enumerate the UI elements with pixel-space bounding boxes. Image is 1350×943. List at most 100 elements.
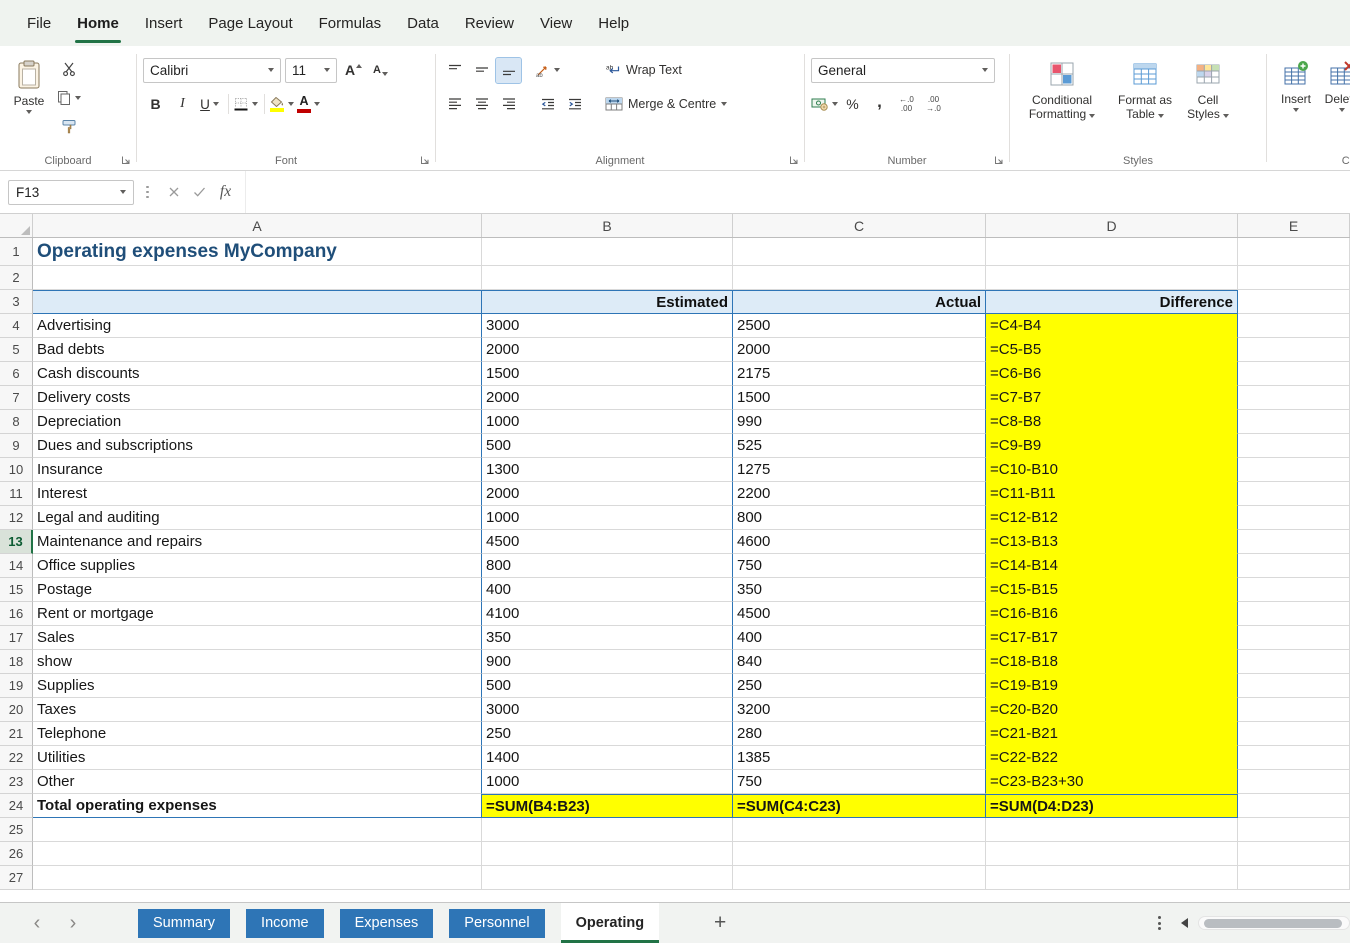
cell-B23[interactable]: 1000 xyxy=(482,770,733,794)
sheet-tab-summary[interactable]: Summary xyxy=(138,909,230,938)
font-color-button[interactable]: A xyxy=(296,92,321,117)
cell-C1[interactable] xyxy=(733,238,986,266)
row-header-21[interactable]: 21 xyxy=(0,722,33,746)
row-header-12[interactable]: 12 xyxy=(0,506,33,530)
accounting-format-button[interactable] xyxy=(811,92,838,117)
row-header-4[interactable]: 4 xyxy=(0,314,33,338)
cell-B8[interactable]: 1000 xyxy=(482,410,733,434)
cell-C12[interactable]: 800 xyxy=(733,506,986,530)
sheet-tab-personnel[interactable]: Personnel xyxy=(449,909,544,938)
align-right-button[interactable] xyxy=(496,92,521,117)
cell-A16[interactable]: Rent or mortgage xyxy=(33,602,482,626)
fill-color-button[interactable] xyxy=(269,92,294,117)
cell-A13[interactable]: Maintenance and repairs xyxy=(33,530,482,554)
delete-cells-button[interactable]: Delete xyxy=(1319,56,1350,150)
cell-E2[interactable] xyxy=(1238,266,1350,290)
cell-D24[interactable]: =SUM(D4:D23) xyxy=(986,794,1238,818)
cell-E27[interactable] xyxy=(1238,866,1350,890)
cell-D25[interactable] xyxy=(986,818,1238,842)
cell-A5[interactable]: Bad debts xyxy=(33,338,482,362)
cell-E12[interactable] xyxy=(1238,506,1350,530)
cell-D23[interactable]: =C23-B23+30 xyxy=(986,770,1238,794)
cell-A7[interactable]: Delivery costs xyxy=(33,386,482,410)
cell-D18[interactable]: =C18-B18 xyxy=(986,650,1238,674)
cell-B9[interactable]: 500 xyxy=(482,434,733,458)
align-top-button[interactable] xyxy=(442,58,467,83)
menu-tab-page-layout[interactable]: Page Layout xyxy=(195,0,305,46)
merge-centre-button[interactable]: Merge & Centre xyxy=(599,94,733,114)
cell-D21[interactable]: =C21-B21 xyxy=(986,722,1238,746)
decrease-font-size-button[interactable]: A xyxy=(368,58,393,83)
menu-tab-view[interactable]: View xyxy=(527,0,585,46)
row-header-16[interactable]: 16 xyxy=(0,602,33,626)
row-header-1[interactable]: 1 xyxy=(0,238,33,266)
formula-input[interactable] xyxy=(245,171,1350,213)
cell-C17[interactable]: 400 xyxy=(733,626,986,650)
cell-B14[interactable]: 800 xyxy=(482,554,733,578)
cell-A27[interactable] xyxy=(33,866,482,890)
cell-A10[interactable]: Insurance xyxy=(33,458,482,482)
horizontal-scrollbar-thumb[interactable] xyxy=(1204,919,1342,928)
cell-D26[interactable] xyxy=(986,842,1238,866)
cell-C6[interactable]: 2175 xyxy=(733,362,986,386)
row-header-5[interactable]: 5 xyxy=(0,338,33,362)
cell-D10[interactable]: =C10-B10 xyxy=(986,458,1238,482)
align-bottom-button[interactable] xyxy=(496,58,521,83)
cell-E3[interactable] xyxy=(1238,290,1350,314)
row-header-25[interactable]: 25 xyxy=(0,818,33,842)
cell-E18[interactable] xyxy=(1238,650,1350,674)
cell-C5[interactable]: 2000 xyxy=(733,338,986,362)
row-header-22[interactable]: 22 xyxy=(0,746,33,770)
row-header-10[interactable]: 10 xyxy=(0,458,33,482)
cell-A23[interactable]: Other xyxy=(33,770,482,794)
cell-A18[interactable]: show xyxy=(33,650,482,674)
cell-styles-button[interactable]: Cell Styles xyxy=(1182,56,1234,150)
cell-C8[interactable]: 990 xyxy=(733,410,986,434)
cell-B10[interactable]: 1300 xyxy=(482,458,733,482)
font-dialog-launcher-icon[interactable] xyxy=(418,153,431,166)
sheet-tab-operating[interactable]: Operating xyxy=(561,903,659,943)
cell-E7[interactable] xyxy=(1238,386,1350,410)
cell-C4[interactable]: 2500 xyxy=(733,314,986,338)
cell-D22[interactable]: =C22-B22 xyxy=(986,746,1238,770)
column-header-D[interactable]: D xyxy=(986,214,1238,237)
cell-A4[interactable]: Advertising xyxy=(33,314,482,338)
cell-D9[interactable]: =C9-B9 xyxy=(986,434,1238,458)
menu-tab-data[interactable]: Data xyxy=(394,0,452,46)
cell-B27[interactable] xyxy=(482,866,733,890)
cell-B24[interactable]: =SUM(B4:B23) xyxy=(482,794,733,818)
cell-D20[interactable]: =C20-B20 xyxy=(986,698,1238,722)
cell-C25[interactable] xyxy=(733,818,986,842)
cell-B3[interactable]: Estimated xyxy=(482,290,733,314)
underline-button[interactable]: U xyxy=(197,92,222,117)
row-header-27[interactable]: 27 xyxy=(0,866,33,890)
cell-B21[interactable]: 250 xyxy=(482,722,733,746)
cell-B5[interactable]: 2000 xyxy=(482,338,733,362)
row-header-13[interactable]: 13 xyxy=(0,530,33,554)
cell-D2[interactable] xyxy=(986,266,1238,290)
column-header-E[interactable]: E xyxy=(1238,214,1350,237)
name-box[interactable]: F13 xyxy=(8,180,134,205)
cell-B13[interactable]: 4500 xyxy=(482,530,733,554)
number-format-select[interactable]: General xyxy=(811,58,995,83)
menu-tab-review[interactable]: Review xyxy=(452,0,527,46)
cell-B4[interactable]: 3000 xyxy=(482,314,733,338)
cell-D19[interactable]: =C19-B19 xyxy=(986,674,1238,698)
row-header-9[interactable]: 9 xyxy=(0,434,33,458)
format-painter-button[interactable] xyxy=(56,114,81,139)
cell-A11[interactable]: Interest xyxy=(33,482,482,506)
row-header-2[interactable]: 2 xyxy=(0,266,33,290)
cell-C11[interactable]: 2200 xyxy=(733,482,986,506)
cell-D7[interactable]: =C7-B7 xyxy=(986,386,1238,410)
cell-D5[interactable]: =C5-B5 xyxy=(986,338,1238,362)
orientation-button[interactable]: ab xyxy=(535,58,560,83)
cell-E4[interactable] xyxy=(1238,314,1350,338)
row-header-20[interactable]: 20 xyxy=(0,698,33,722)
cell-D13[interactable]: =C13-B13 xyxy=(986,530,1238,554)
cell-C18[interactable]: 840 xyxy=(733,650,986,674)
cell-D11[interactable]: =C11-B11 xyxy=(986,482,1238,506)
paste-button[interactable]: Paste xyxy=(6,56,52,150)
row-header-19[interactable]: 19 xyxy=(0,674,33,698)
cell-C2[interactable] xyxy=(733,266,986,290)
cell-B26[interactable] xyxy=(482,842,733,866)
